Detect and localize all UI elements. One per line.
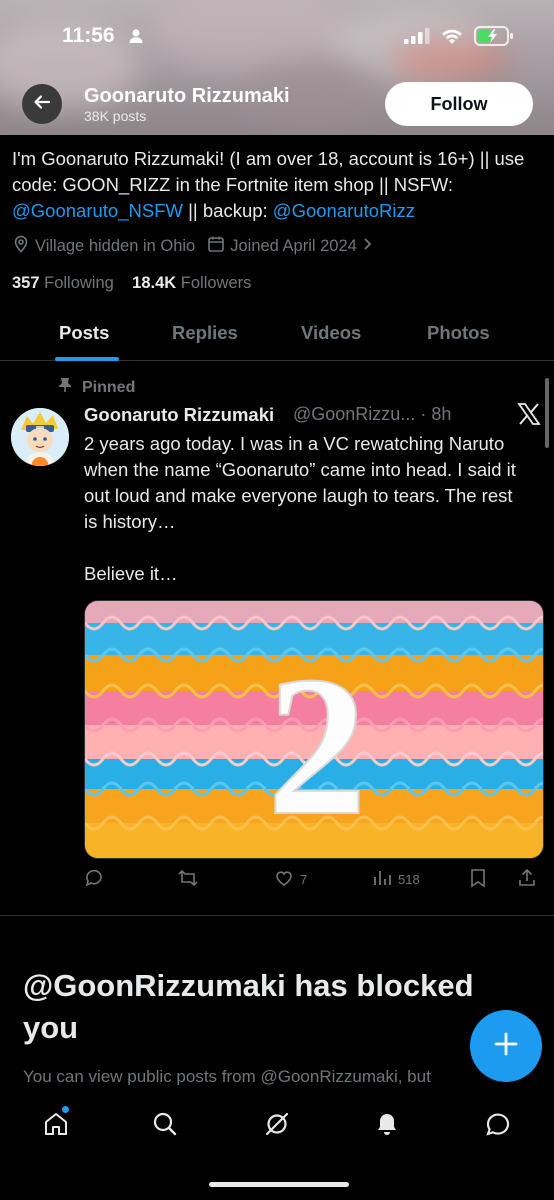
location-item: Village hidden in Ohio (12, 235, 195, 258)
avatar[interactable] (11, 408, 69, 466)
blocked-title: @GoonRizzumaki has blocked you (23, 968, 474, 1045)
like-count: 7 (300, 872, 308, 887)
following-label: Following (44, 274, 114, 292)
compose-post-button[interactable] (470, 1010, 542, 1082)
calendar-icon (207, 235, 225, 258)
bookmark-icon (469, 868, 487, 891)
tweet-author-name[interactable]: Goonaruto Rizzumaki (84, 404, 274, 426)
header-display-name: Goonaruto Rizzumaki (84, 85, 290, 107)
home-notification-dot (62, 1106, 69, 1113)
pin-icon (58, 377, 72, 398)
follow-stats: 357 Following 18.4K Followers (12, 274, 251, 293)
search-icon (151, 1110, 179, 1143)
nav-notifications[interactable] (366, 1105, 408, 1147)
nav-messages[interactable] (477, 1105, 519, 1147)
bookmark-button[interactable] (469, 868, 487, 891)
home-indicator (209, 1182, 349, 1187)
bio-link-nsfw[interactable]: @Goonaruto_NSFW (12, 200, 183, 221)
nav-home[interactable] (35, 1105, 77, 1147)
heart-icon (274, 868, 294, 891)
tab-photos[interactable]: Photos (427, 322, 490, 344)
follow-button[interactable]: Follow (385, 82, 533, 126)
followers-count: 18.4K (132, 274, 177, 292)
repost-icon (177, 868, 199, 891)
reply-button[interactable] (84, 868, 104, 891)
bio-text: I'm Goonaruto Rizzumaki! (I am over 18, … (12, 148, 525, 195)
person-icon (128, 28, 144, 49)
back-button[interactable] (22, 84, 62, 124)
views-count: 518 (398, 872, 420, 887)
nav-search[interactable] (144, 1105, 186, 1147)
chat-bubble-icon (484, 1110, 512, 1143)
repost-button[interactable] (177, 868, 199, 891)
signal-icon (404, 28, 430, 49)
wifi-icon (440, 27, 464, 50)
tab-videos[interactable]: Videos (301, 322, 361, 344)
followers-link[interactable]: 18.4K Followers (132, 274, 251, 292)
plus-icon (493, 1031, 519, 1062)
bio-text: || backup: (182, 200, 273, 221)
tab-replies[interactable]: Replies (172, 322, 238, 344)
views-button[interactable]: 518 (372, 868, 420, 891)
active-tab-indicator (55, 357, 119, 361)
status-time: 11:56 (62, 24, 115, 47)
joined-item[interactable]: Joined April 2024 (207, 235, 374, 258)
header-post-count: 38K posts (84, 108, 147, 124)
bell-icon (373, 1110, 401, 1143)
comment-icon (84, 868, 104, 891)
divider (0, 915, 554, 916)
x-logo-icon[interactable] (517, 402, 541, 431)
analytics-icon (372, 868, 392, 891)
bio-link-backup[interactable]: @GoonarutoRizz (273, 200, 415, 221)
profile-tabs: Posts Replies Videos Photos (0, 320, 554, 361)
joined-text: Joined April 2024 (230, 237, 357, 255)
scrollbar[interactable] (545, 378, 549, 448)
location-text: Village hidden in Ohio (35, 237, 196, 255)
profile-bio: I'm Goonaruto Rizzumaki! (I am over 18, … (12, 146, 544, 224)
following-link[interactable]: 357 Following (12, 274, 114, 292)
pinned-label: Pinned (58, 377, 135, 398)
number-two-graphic: 2 (267, 636, 367, 857)
tweet-text: 2 years ago today. I was in a VC rewatch… (84, 433, 516, 584)
tab-posts[interactable]: Posts (59, 322, 109, 344)
followers-label: Followers (180, 274, 252, 292)
status-indicators (404, 26, 514, 51)
tweet-actions: 7 518 (84, 868, 542, 894)
chevron-right-icon (362, 237, 374, 256)
scalloped-paper-image: 2 (85, 601, 543, 858)
bottom-nav (0, 1105, 554, 1147)
battery-icon (474, 26, 514, 51)
tweet-media-image[interactable]: 2 (84, 600, 544, 859)
location-pin-icon (12, 235, 30, 258)
tweet-handle-time: @GoonRizzu... · 8h (293, 404, 452, 424)
arrow-left-icon (32, 92, 52, 117)
home-icon (42, 1110, 70, 1143)
pinned-text: Pinned (82, 378, 136, 396)
profile-meta: Village hidden in Ohio Joined April 2024 (12, 235, 386, 258)
grok-icon (263, 1110, 291, 1143)
share-button[interactable] (517, 868, 537, 891)
like-button[interactable]: 7 (274, 868, 307, 891)
nav-grok[interactable] (256, 1105, 298, 1147)
share-icon (517, 868, 537, 891)
following-count: 357 (12, 274, 40, 292)
